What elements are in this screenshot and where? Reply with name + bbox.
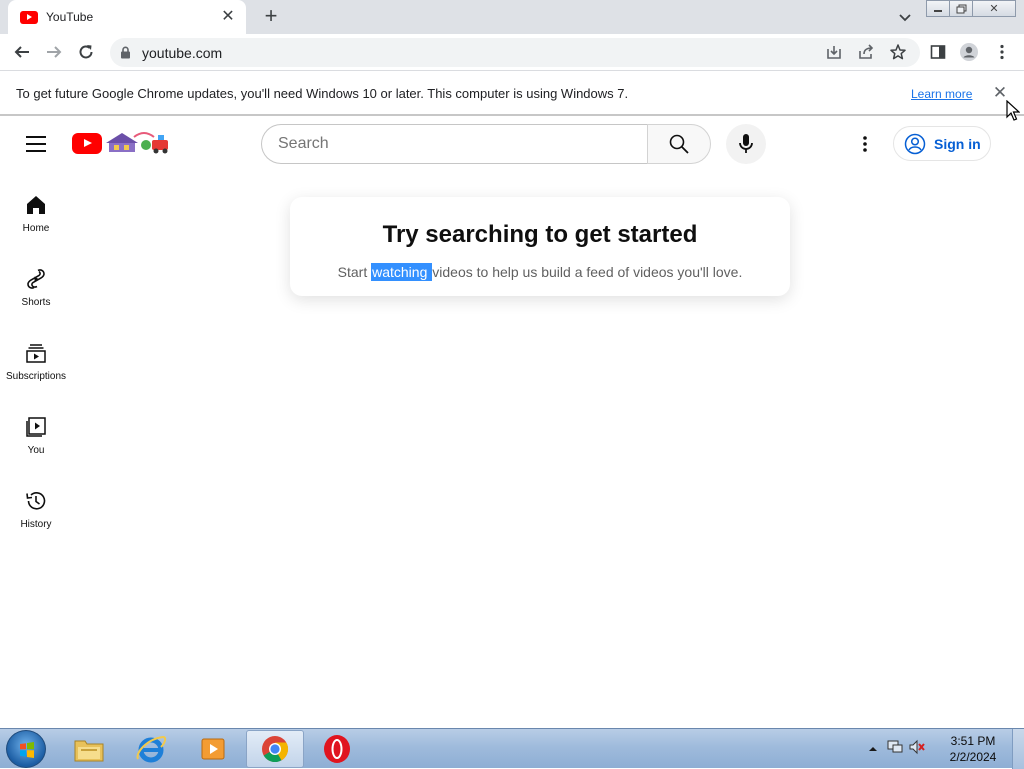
tab-title: YouTube <box>46 10 94 24</box>
guide-menu-icon[interactable] <box>26 136 46 152</box>
sidebar-item-history[interactable]: History <box>0 489 72 549</box>
start-button[interactable] <box>6 730 46 768</box>
lock-icon[interactable] <box>120 46 131 64</box>
tab-close-icon[interactable]: ✕ <box>220 9 236 25</box>
share-icon[interactable] <box>856 42 876 62</box>
card-title: Try searching to get started <box>382 221 698 248</box>
taskbar-clock[interactable]: 3:51 PM 2/2/2024 <box>938 733 1008 765</box>
selected-text: watching <box>371 263 433 281</box>
windows-logo-icon <box>20 742 34 758</box>
show-desktop-button[interactable] <box>1012 729 1024 769</box>
card-subtitle-end: videos to help us build a feed of videos… <box>432 264 743 280</box>
taskbar-media-player[interactable] <box>184 730 242 768</box>
history-icon <box>24 489 48 513</box>
sign-in-button[interactable]: Sign in <box>893 126 991 161</box>
clock-date: 2/2/2024 <box>949 750 997 764</box>
taskbar-chrome[interactable] <box>246 730 304 768</box>
chrome-icon <box>262 736 289 763</box>
browser-toolbar: youtube.com <box>0 34 1024 71</box>
sidebar-item-label: History <box>20 519 52 530</box>
taskbar-opera[interactable] <box>308 730 366 768</box>
learn-more-link[interactable]: Learn more <box>911 87 972 101</box>
sidebar-item-home[interactable]: Home <box>0 193 72 253</box>
windows-taskbar: 3:51 PM 2/2/2024 <box>0 728 1024 769</box>
sidebar-item-subscriptions[interactable]: Subscriptions <box>0 341 72 401</box>
tab-search-chevron-icon[interactable] <box>896 8 914 26</box>
sidebar-item-label: Home <box>22 223 50 234</box>
sidebar-item-shorts[interactable]: Shorts <box>0 267 72 327</box>
network-icon[interactable] <box>886 739 908 760</box>
tab-strip: YouTube ✕ + ✕ <box>0 0 1024 34</box>
youtube-doodle-logo[interactable] <box>104 129 174 155</box>
subscriptions-icon <box>24 341 48 365</box>
home-icon <box>24 193 48 217</box>
bookmark-star-icon[interactable] <box>888 42 908 62</box>
taskbar-internet-explorer[interactable] <box>122 730 180 768</box>
card-subtitle-start: Start <box>337 264 372 280</box>
install-download-icon[interactable] <box>824 42 844 62</box>
restore-button[interactable] <box>949 0 973 17</box>
empty-feed-card: Try searching to get started Start watch… <box>290 197 790 296</box>
sidebar-item-label: You <box>27 445 45 456</box>
back-arrow-icon[interactable] <box>12 42 32 62</box>
address-bar[interactable]: youtube.com <box>110 38 920 67</box>
window-controls: ✕ <box>926 0 1016 17</box>
search-placeholder: Search <box>278 135 329 152</box>
shorts-icon <box>24 267 48 291</box>
infobar-message: To get future Google Chrome updates, you… <box>16 86 629 101</box>
window-close-button[interactable]: ✕ <box>972 0 1016 17</box>
update-infobar: To get future Google Chrome updates, you… <box>0 71 1024 116</box>
sidebar-item-label: Shorts <box>21 297 51 308</box>
opera-icon <box>324 735 350 763</box>
media-player-icon <box>201 738 225 760</box>
forward-arrow-icon[interactable] <box>44 42 64 62</box>
search-icon <box>669 134 689 154</box>
internet-explorer-icon <box>136 735 167 763</box>
volume-muted-icon[interactable] <box>908 739 930 760</box>
side-panel-icon[interactable] <box>928 42 948 62</box>
profile-avatar-icon[interactable] <box>959 42 979 62</box>
youtube-favicon-icon <box>20 10 38 24</box>
microphone-icon <box>739 134 753 153</box>
show-hidden-icons-arrow-icon[interactable] <box>868 740 882 758</box>
new-tab-button[interactable]: + <box>260 5 282 28</box>
chrome-menu-icon[interactable] <box>992 42 1012 62</box>
reload-icon[interactable] <box>76 42 96 62</box>
system-tray <box>868 737 930 761</box>
settings-more-icon[interactable] <box>855 134 875 154</box>
youtube-header: Search Sign in <box>0 116 1024 172</box>
search-input[interactable]: Search <box>261 124 648 164</box>
taskbar-file-explorer[interactable] <box>60 730 118 768</box>
search-button[interactable] <box>647 124 711 164</box>
sidebar-item-you[interactable]: You <box>0 415 72 475</box>
voice-search-button[interactable] <box>726 124 766 164</box>
youtube-logo-icon[interactable] <box>72 133 102 154</box>
url-text: youtube.com <box>142 45 223 61</box>
sign-in-label: Sign in <box>934 135 981 152</box>
folder-icon <box>74 740 104 762</box>
account-circle-icon <box>904 133 926 154</box>
clock-time: 3:51 PM <box>950 734 996 748</box>
minimize-button[interactable] <box>926 0 950 17</box>
sidebar-item-label: Subscriptions <box>5 371 67 382</box>
tab-youtube[interactable]: YouTube ✕ <box>8 0 246 34</box>
card-subtitle: Start watching videos to help us build a… <box>290 263 790 281</box>
you-icon <box>24 415 48 439</box>
